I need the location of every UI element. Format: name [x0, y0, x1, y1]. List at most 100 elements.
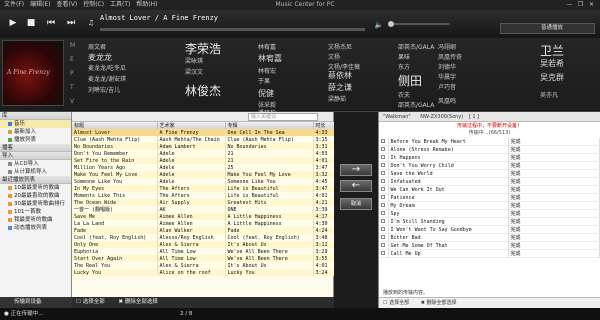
row-checkbox[interactable] — [379, 217, 389, 226]
table-row[interactable]: Clue (Aash Mehta Flip) Aash Mehta/The Cha… — [72, 136, 335, 143]
menu-edit[interactable]: 编辑(E) — [30, 1, 50, 8]
row-checkbox[interactable] — [379, 233, 389, 242]
transfer-to-device-button[interactable]: 传输到设备 — [0, 297, 72, 308]
artist-link[interactable]: 林宥嘉 — [258, 53, 282, 64]
device-table-row[interactable]: I'm Still Standing 完成 — [379, 217, 600, 226]
artist-link[interactable]: 麦龙龙/吃冬瓜 — [88, 63, 126, 72]
artist-link[interactable]: 林俊杰 — [185, 82, 221, 99]
artist-link[interactable]: 卢巧音 — [438, 82, 456, 91]
nav-item-playlist-3[interactable]: 30最最爱听歌曲排行 — [0, 200, 71, 208]
artist-link[interactable]: 华晨宇 — [438, 72, 456, 81]
table-row[interactable]: Someone Like You Adele Someone Like You 4:4… — [72, 178, 335, 185]
device-table-row[interactable]: Before You Break My Heart 完成 — [379, 138, 600, 146]
artist-link[interactable]: 梁静茹 — [328, 94, 346, 103]
artist-link[interactable]: 麦龙龙 — [88, 52, 112, 63]
checkbox-icon[interactable] — [381, 154, 386, 159]
row-checkbox[interactable] — [379, 241, 389, 250]
previous-icon[interactable]: ⏮ — [44, 16, 58, 30]
table-row[interactable]: Cool (feat. Roy English) Alesso/Roy Engli… — [72, 234, 335, 241]
table-row[interactable]: Euphoria All Time Low We've All Been There… — [72, 248, 335, 255]
table-row[interactable]: Moments Like This The Afters Life is Beaut… — [72, 192, 335, 199]
nav-item-playlist-6[interactable]: 动态播放列表 — [0, 224, 71, 232]
play-icon[interactable]: ▶ — [6, 16, 20, 30]
menu-file[interactable]: 文件(F) — [4, 1, 24, 8]
index-letter[interactable]: P — [70, 70, 74, 77]
volume-knob[interactable] — [388, 21, 394, 27]
device-delete-all-button[interactable]: 删除全部选择 — [426, 300, 456, 306]
row-checkbox[interactable] — [379, 161, 389, 170]
table-row[interactable]: Almost Lover A Fine Frenzy One Cell In The… — [72, 129, 335, 136]
delete-all-button[interactable]: 删除全部选择 — [125, 299, 158, 305]
row-checkbox[interactable] — [379, 153, 389, 162]
artist-link[interactable]: 风凰鸣 — [438, 96, 456, 105]
artist-link[interactable]: 邵英杰/GALA — [398, 100, 434, 109]
artist-link[interactable]: 周文君 — [88, 42, 106, 51]
transfer-to-device-arrow-icon[interactable]: → — [340, 164, 372, 176]
maximize-icon[interactable]: ❐ — [576, 0, 585, 10]
row-checkbox[interactable] — [379, 201, 389, 210]
checkbox-icon[interactable]: ☐ — [76, 299, 81, 305]
artist-link[interactable]: 于果 — [258, 76, 270, 85]
row-checkbox[interactable] — [379, 193, 389, 202]
artist-link[interactable]: 刘畊宏/吉儿 — [88, 85, 120, 94]
nav-section-playlists[interactable]: 最近播放列表 — [0, 176, 71, 184]
table-row[interactable]: No Boundaries Adam Lambert No Boundaries 3:… — [72, 143, 335, 150]
table-row[interactable]: Save Me Aimee Allen A Little Happiness 4:17 — [72, 213, 335, 220]
artist-link[interactable]: 侧田 — [398, 72, 422, 89]
device-table-row[interactable]: Spy 完成 — [379, 209, 600, 218]
table-row[interactable]: Only One Alex & Sierra It's About Us 3:11 — [72, 241, 335, 248]
checkbox-icon[interactable] — [381, 146, 386, 151]
device-table-row[interactable]: Infatuated 完成 — [379, 177, 600, 186]
artist-link[interactable]: 刘德华 — [438, 62, 456, 71]
checkbox-icon[interactable] — [381, 218, 386, 223]
device-table-row[interactable]: My Dream 完成 — [379, 201, 600, 210]
device-table-row[interactable]: I Won't Want To Say Goodbye 完成 — [379, 225, 600, 234]
checkbox-icon[interactable]: ☐ — [383, 300, 387, 306]
nav-item-music[interactable]: 音乐 — [0, 120, 71, 128]
artist-link[interactable]: 麦龙龙/谢安琪 — [88, 74, 126, 83]
menu-tools[interactable]: 工具(T) — [110, 1, 130, 8]
artist-link[interactable]: 倪健 — [258, 88, 274, 99]
column-title[interactable]: 标题 — [72, 122, 158, 129]
artist-link[interactable]: 梁咏琪 — [185, 56, 203, 65]
transfer-to-pc-arrow-icon[interactable]: ← — [340, 180, 372, 192]
seek-bar[interactable] — [100, 28, 365, 31]
checkbox-icon[interactable] — [381, 138, 386, 143]
row-checkbox[interactable] — [379, 177, 389, 186]
table-row[interactable]: Set Fire to the Rain Adele 21 4:01 — [72, 157, 335, 164]
artist-link[interactable]: 凤凰传奇 — [438, 52, 462, 61]
checkbox-icon[interactable] — [381, 210, 386, 215]
nav-item-playlist-1[interactable]: 10最最爱听的歌曲 — [0, 184, 71, 192]
row-checkbox[interactable] — [379, 138, 389, 146]
row-checkbox[interactable] — [379, 225, 389, 234]
table-row[interactable]: Million Years Ago Adele 25 3:47 — [72, 164, 335, 171]
nav-item-playlist-5[interactable]: 我最爱听的歌曲 — [0, 216, 71, 224]
close-icon[interactable]: ✕ — [587, 0, 596, 10]
menu-control[interactable]: 控制(C) — [83, 1, 104, 8]
artist-link[interactable]: 文杨 — [328, 52, 340, 61]
artist-link[interactable]: 吴克群 — [540, 72, 564, 83]
select-all-button[interactable]: 选择全部 — [83, 299, 105, 305]
nav-section-import[interactable]: 导入 — [0, 152, 71, 160]
row-checkbox[interactable] — [379, 249, 389, 258]
checkbox-icon[interactable] — [381, 178, 386, 183]
checkbox-icon[interactable] — [381, 186, 386, 191]
checkbox-icon[interactable] — [381, 170, 386, 175]
checkbox-icon[interactable] — [381, 226, 386, 231]
device-table-row[interactable]: Alone (Stress Remake) 完成 — [379, 145, 600, 154]
artist-link[interactable]: 农夫 — [398, 90, 410, 99]
stop-icon[interactable]: ■ — [24, 16, 38, 30]
volume-slider[interactable] — [388, 21, 450, 27]
nav-section-library[interactable]: 库 — [0, 112, 71, 120]
artist-link[interactable]: 文杨杰尼 — [328, 42, 352, 51]
nav-section-podcast[interactable]: 播客 — [0, 144, 71, 152]
row-checkbox[interactable] — [379, 145, 389, 154]
device-table-row[interactable]: It Happens 完成 — [379, 153, 600, 162]
table-row[interactable]: The Ocean Wide Air Supply Greatest Hits 4:2… — [72, 199, 335, 206]
checkbox-icon[interactable] — [381, 202, 386, 207]
minimize-icon[interactable]: — — [565, 0, 574, 10]
artist-link[interactable]: 薛之谦 — [328, 82, 352, 93]
table-row[interactable]: 一首一 (翻唱版) AK ONE 3:39 — [72, 206, 335, 213]
table-row[interactable]: Start Over Again All Time Low We've All Be… — [72, 255, 335, 262]
artist-link[interactable]: 林宥嘉 — [258, 42, 276, 51]
